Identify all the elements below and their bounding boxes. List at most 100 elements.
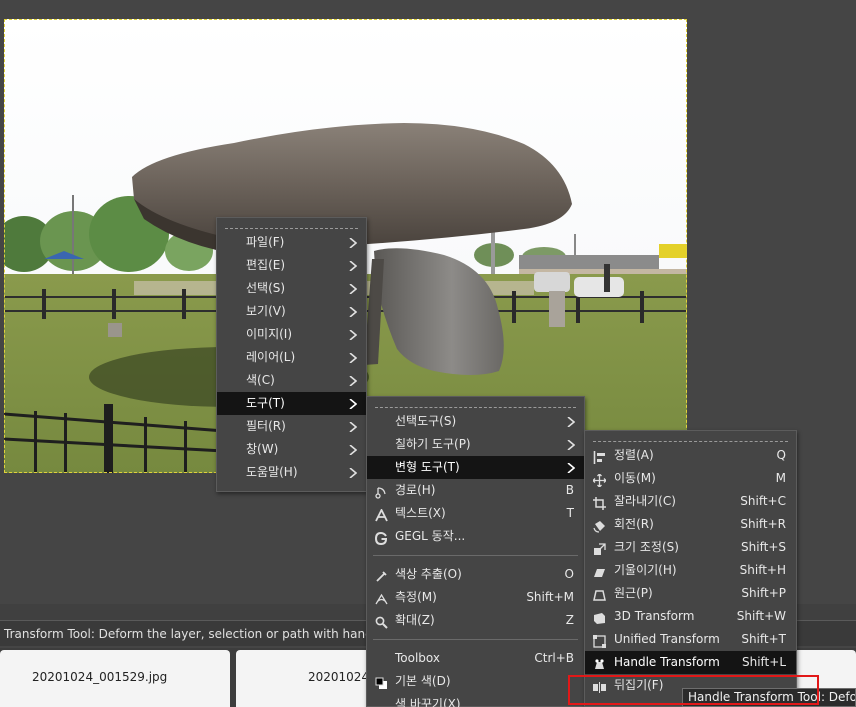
menu-item-label: 기울이기(H) [614,563,677,577]
menu-item-tools[interactable]: 도구(T) [217,392,366,415]
menu-item-gegl[interactable]: GEGL 동작... [367,525,584,548]
menu-item-shortcut: Z [565,613,574,627]
chevron-right-icon [348,461,358,484]
menu-item-shortcut: B [565,483,574,497]
menu-item-shortcut: M [775,471,786,485]
menu-item-shortcut: Shift+M [526,590,574,604]
menu-item-image[interactable]: 이미지(I) [217,323,366,346]
zoom-icon [375,614,388,629]
menu-item-label: 색 바꾸기(X) [395,697,461,707]
handle-transform-icon [593,656,606,669]
menu-item-view[interactable]: 보기(V) [217,300,366,323]
crop-icon [593,495,606,510]
menu-item-label: 3D Transform [614,609,695,623]
menu-item-label: 칠하기 도구(P) [395,437,471,451]
chevron-right-icon [348,323,358,346]
menu-item-label: 도구(T) [246,396,285,410]
menu-item-layer[interactable]: 레이어(L) [217,346,366,369]
tooltip: Handle Transform Tool: Defo [682,688,856,707]
tearoff-handle[interactable] [375,397,576,408]
menu-item-selection-tools[interactable]: 선택도구(S) [367,410,584,433]
chevron-right-icon [348,346,358,369]
menu-item-label: 경로(H) [395,483,436,497]
menu-item-label: Unified Transform [614,632,720,646]
menu-item-filters[interactable]: 필터(R) [217,415,366,438]
menu-item-label: 변형 도구(T) [395,460,460,474]
tearoff-handle[interactable] [593,431,788,442]
menu-item-shortcut: T [566,506,574,520]
menu-item-edit[interactable]: 편집(E) [217,254,366,277]
menu-item-shortcut: Shift+C [740,494,786,508]
submenu-tools: 선택도구(S) 칠하기 도구(P) 변형 도구(T) 경로(H) B 텍스트(X)… [366,396,585,707]
menu-item-help[interactable]: 도움말(H) [217,461,366,484]
menu-item-label: 레이어(L) [246,350,296,364]
menu-item-color-picker[interactable]: 색상 추출(O) O [367,563,584,586]
menu-separator [373,555,578,556]
menu-item-label: 창(W) [246,442,279,456]
menu-item-shortcut: Shift+R [740,517,786,531]
chevron-right-icon [566,410,576,433]
menu-item-select[interactable]: 선택(S) [217,277,366,300]
menu-item-paint-tools[interactable]: 칠하기 도구(P) [367,433,584,456]
text-tool-icon [375,507,388,522]
menu-item-label: 측정(M) [395,590,437,604]
chevron-right-icon [348,300,358,323]
menu-item-swap-colors[interactable]: 색 바꾸기(X) [367,693,584,707]
menu-item-label: GEGL 동작... [395,529,466,543]
menu-item-unified-transform[interactable]: Unified Transform Shift+T [585,628,796,651]
menu-item-scale[interactable]: 크기 조정(S) Shift+S [585,536,796,559]
menu-item-label: 정렬(A) [614,448,654,462]
menu-item-shear[interactable]: 기울이기(H) Shift+H [585,559,796,582]
chevron-right-icon [348,369,358,392]
menu-item-transform-tools[interactable]: 변형 도구(T) [367,456,584,479]
menu-item-label: 이미지(I) [246,327,293,341]
menu-item-label: 색상 추출(O) [395,567,462,581]
chevron-right-icon [348,254,358,277]
menu-item-label: 도움말(H) [246,465,298,479]
chevron-right-icon [348,231,358,254]
menu-item-zoom[interactable]: 확대(Z) Z [367,609,584,632]
menu-item-handle-transform[interactable]: Handle Transform Shift+L [585,651,796,674]
menu-item-align[interactable]: 정렬(A) Q [585,444,796,467]
menu-item-colors[interactable]: 색(C) [217,369,366,392]
image-tab-label: 20201024_001529.jpg [32,670,168,684]
menu-item-label: 파일(F) [246,235,285,249]
perspective-icon [593,587,606,601]
image-tab-1[interactable]: 20201024_001529.jpg [0,650,230,707]
menu-item-shortcut: Shift+T [741,632,786,646]
menu-item-move[interactable]: 이동(M) M [585,467,796,490]
menu-item-shortcut: Shift+W [736,609,786,623]
menu-item-shortcut: Ctrl+B [534,651,574,665]
measure-icon [375,591,388,605]
menu-item-default-colors[interactable]: 기본 색(D) [367,670,584,693]
menu-item-3d-transform[interactable]: 3D Transform Shift+W [585,605,796,628]
menu-item-file[interactable]: 파일(F) [217,231,366,254]
chevron-right-icon [348,438,358,461]
menu-item-perspective[interactable]: 원근(P) Shift+P [585,582,796,605]
chevron-right-icon [348,392,358,415]
menu-item-measure[interactable]: 측정(M) Shift+M [367,586,584,609]
menu-item-label: 선택도구(S) [395,414,457,428]
rotate-icon [593,518,606,533]
menu-item-shortcut: Q [776,448,786,462]
menu-item-label: 보기(V) [246,304,286,318]
menu-item-crop[interactable]: 잘라내기(C) Shift+C [585,490,796,513]
menu-item-toolbox[interactable]: Toolbox Ctrl+B [367,647,584,670]
menu-item-label: 뒤집기(F) [614,678,664,692]
menu-item-text[interactable]: 텍스트(X) T [367,502,584,525]
status-text: Transform Tool: Deform the layer, select… [4,627,390,641]
chevron-right-icon [566,433,576,456]
tearoff-handle[interactable] [225,218,358,229]
menu-item-shortcut: Shift+P [741,586,786,600]
flip-icon [593,679,606,693]
menu-item-shortcut: Shift+L [741,655,786,669]
menu-item-shortcut: Shift+S [741,540,786,554]
align-icon [593,449,606,464]
path-icon [375,484,388,499]
color-picker-icon [375,568,388,582]
menu-item-windows[interactable]: 창(W) [217,438,366,461]
menu-item-label: 기본 색(D) [395,674,451,688]
menu-item-label: Toolbox [395,651,440,665]
menu-item-paths[interactable]: 경로(H) B [367,479,584,502]
menu-item-rotate[interactable]: 회전(R) Shift+R [585,513,796,536]
